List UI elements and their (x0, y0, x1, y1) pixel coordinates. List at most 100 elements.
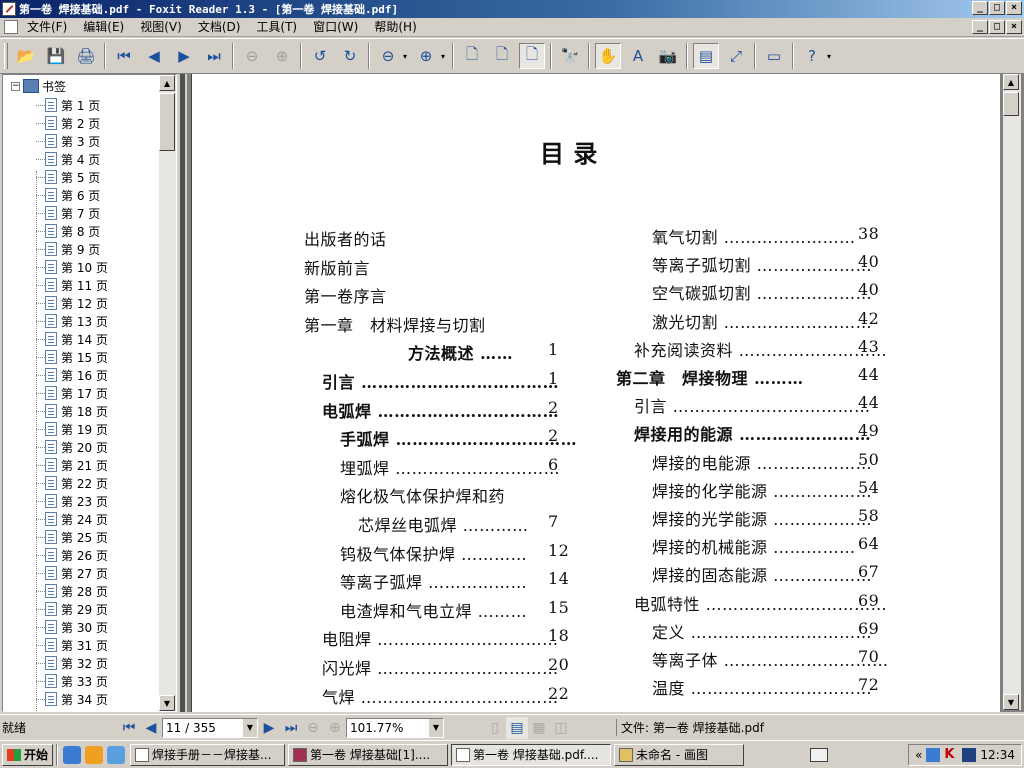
bookmark-root[interactable]: − 书签 (11, 77, 66, 95)
zoom-dropdown-icon[interactable]: ▼ (429, 718, 443, 737)
bookmark-page[interactable]: 第 19 页 (45, 420, 108, 438)
document-icon[interactable] (4, 20, 18, 34)
fit-page-icon[interactable]: 🗋 (489, 43, 515, 69)
status-last-page-icon[interactable]: ⏭ (280, 717, 302, 739)
bookmark-page[interactable]: 第 8 页 (45, 222, 100, 240)
bookmark-page[interactable]: 第 11 页 (45, 276, 108, 294)
back-icon[interactable]: ⊖ (239, 43, 265, 69)
start-button[interactable]: 开始 (2, 743, 54, 766)
bookmark-page[interactable]: 第 20 页 (45, 438, 108, 456)
security-tray-icon[interactable] (962, 748, 977, 762)
restore-button[interactable]: □ (989, 1, 1005, 15)
rotate-right-icon[interactable]: ↻ (337, 43, 363, 69)
bookmark-page[interactable]: 第 10 页 (45, 258, 108, 276)
tray-expand-button[interactable]: « (915, 748, 922, 762)
keyboard-icon[interactable] (810, 747, 829, 762)
scroll-thumb[interactable] (159, 93, 175, 151)
status-first-page-icon[interactable]: ⏮ (118, 717, 140, 739)
menu-edit[interactable]: 编辑(E) (75, 18, 132, 37)
actual-size-icon[interactable]: 🗋 (459, 43, 485, 69)
continuous-facing-icon[interactable]: ◫ (550, 717, 572, 739)
media-quicklaunch-icon[interactable] (85, 745, 104, 764)
dropdown-arrow-icon[interactable]: ▾ (441, 52, 449, 61)
ie-quicklaunch-icon[interactable] (63, 745, 82, 764)
facing-icon[interactable]: ▦ (528, 717, 550, 739)
panel-splitter[interactable] (177, 74, 187, 712)
doc-close-button[interactable]: × (1006, 20, 1022, 34)
open-icon[interactable]: 📂 (13, 43, 39, 69)
status-next-page-icon[interactable]: ▶ (258, 717, 280, 739)
rotate-left-icon[interactable]: ↺ (307, 43, 333, 69)
doc-scroll-down-icon[interactable]: ▼ (1003, 694, 1019, 710)
doc-scroll-up-icon[interactable]: ▲ (1003, 74, 1019, 90)
bookmark-page[interactable]: 第 15 页 (45, 348, 108, 366)
clock[interactable]: 12:34 (980, 748, 1015, 762)
zoom-out-icon[interactable]: ⊖ (375, 43, 401, 69)
network-tray-icon[interactable] (926, 748, 941, 762)
bookmark-page[interactable]: 第 7 页 (45, 204, 100, 222)
bookmark-page[interactable]: 第 17 页 (45, 384, 108, 402)
forward-icon[interactable]: ⊕ (269, 43, 295, 69)
bookmark-page[interactable]: 第 3 页 (45, 132, 100, 150)
bookmark-page[interactable]: 第 18 页 (45, 402, 108, 420)
bookmark-page[interactable]: 第 14 页 (45, 330, 108, 348)
zoom-in-icon[interactable]: ⊕ (413, 43, 439, 69)
bookmarks-scrollbar[interactable]: ▲ ▼ (159, 75, 176, 711)
menu-view[interactable]: 视图(V) (132, 18, 190, 37)
continuous-icon[interactable]: ▤ (506, 716, 528, 739)
menu-document[interactable]: 文档(D) (190, 18, 249, 37)
menu-window[interactable]: 窗口(W) (305, 18, 366, 37)
bookmark-page[interactable]: 第 21 页 (45, 456, 108, 474)
bookmark-page[interactable]: 第 33 页 (45, 672, 108, 690)
find-icon[interactable]: 🔭 (557, 43, 583, 69)
bookmark-page[interactable]: 第 24 页 (45, 510, 108, 528)
hand-tool-icon[interactable]: ✋ (595, 43, 621, 69)
bookmark-page[interactable]: 第 27 页 (45, 564, 108, 582)
foxit-app-icon[interactable] (2, 2, 16, 16)
bookmark-page[interactable]: 第 9 页 (45, 240, 100, 258)
bookmark-page[interactable]: 第 31 页 (45, 636, 108, 654)
browser-quicklaunch-icon[interactable] (107, 745, 126, 764)
prev-page-icon[interactable]: ◀ (141, 43, 167, 69)
bookmark-page[interactable]: 第 29 页 (45, 600, 108, 618)
minimize-button[interactable]: _ (972, 1, 988, 15)
status-back-icon[interactable]: ⊖ (302, 717, 324, 739)
collapse-icon[interactable]: − (11, 81, 20, 91)
menu-file[interactable]: 文件(F) (19, 18, 75, 37)
dropdown-arrow-icon[interactable]: ▾ (403, 52, 411, 61)
single-page-icon[interactable]: ▯ (484, 717, 506, 739)
doc-restore-button[interactable]: □ (989, 20, 1005, 34)
bookmark-page[interactable]: 第 2 页 (45, 114, 100, 132)
toolbar-grip[interactable] (4, 43, 8, 69)
bookmark-page[interactable]: 第 1 页 (45, 96, 100, 114)
fullscreen-icon[interactable]: ⤢ (723, 43, 749, 69)
last-page-icon[interactable]: ⏭ (201, 43, 227, 69)
print-icon[interactable]: 🖨 (73, 43, 99, 69)
zoom-field[interactable]: 101.77% ▼ (346, 717, 444, 738)
bookmark-page[interactable]: 第 30 页 (45, 618, 108, 636)
bookmark-page[interactable]: 第 22 页 (45, 474, 108, 492)
bookmark-page[interactable]: 第 32 页 (45, 654, 108, 672)
dropdown-arrow-icon[interactable]: ▾ (827, 52, 835, 61)
bookmark-page[interactable]: 第 13 页 (45, 312, 108, 330)
bookmark-page[interactable]: 第 12 页 (45, 294, 108, 312)
doc-minimize-button[interactable]: _ (972, 20, 988, 34)
status-forward-icon[interactable]: ⊕ (324, 717, 346, 739)
doc-scroll-thumb[interactable] (1003, 92, 1019, 116)
document-scrollbar[interactable]: ▲ ▼ (1003, 74, 1021, 710)
bookmarks-panel-icon[interactable]: ▤ (693, 43, 719, 69)
menu-tools[interactable]: 工具(T) (248, 18, 305, 37)
bookmark-page[interactable]: 第 6 页 (45, 186, 100, 204)
bookmark-page[interactable]: 第 25 页 (45, 528, 108, 546)
scroll-down-icon[interactable]: ▼ (159, 695, 175, 711)
bookmark-page[interactable]: 第 28 页 (45, 582, 108, 600)
page-dropdown-icon[interactable]: ▼ (243, 718, 257, 737)
status-prev-page-icon[interactable]: ◀ (140, 717, 162, 739)
page-number-field[interactable]: 11 / 355 ▼ (162, 717, 258, 738)
save-icon[interactable]: 💾 (43, 43, 69, 69)
task-rar-archive[interactable]: 第一卷 焊接基础[1].... (288, 743, 449, 766)
task-welding-handbook[interactable]: 焊接手册－－焊接基... (130, 743, 286, 766)
task-paint[interactable]: 未命名 - 画图 (614, 743, 745, 766)
menu-help[interactable]: 帮助(H) (366, 18, 424, 37)
snapshot-icon[interactable]: 📷 (655, 43, 681, 69)
